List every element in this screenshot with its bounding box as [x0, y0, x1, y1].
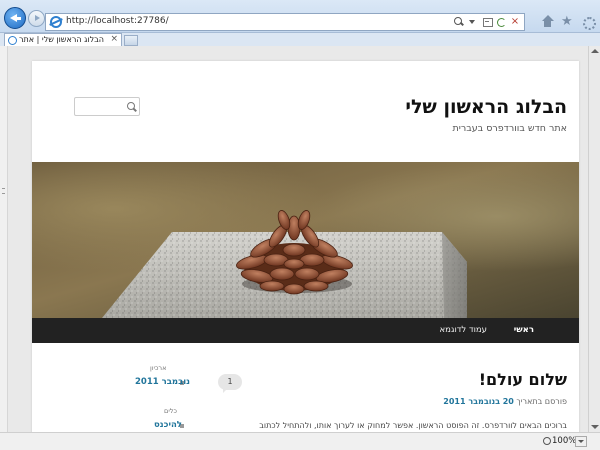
site-search-box[interactable] — [74, 97, 140, 116]
search-icon[interactable] — [127, 102, 137, 112]
address-bar[interactable]: http://localhost:27786/ × — [45, 13, 525, 31]
pinecone-photo — [32, 162, 579, 318]
tab-title: הבלוג הראשון שלי | אתר — [19, 35, 104, 44]
zoom-icon[interactable] — [543, 437, 551, 445]
new-tab-button[interactable] — [124, 35, 138, 46]
vertical-scrollbar[interactable] — [588, 46, 600, 432]
stop-icon[interactable]: × — [509, 16, 521, 28]
forward-icon[interactable] — [28, 10, 45, 27]
nav-item-home[interactable]: ראשי — [514, 325, 534, 335]
compat-view-icon[interactable] — [481, 16, 493, 28]
browser-tab[interactable]: הבלוג הראשון שלי | אתר × — [4, 33, 122, 47]
zoom-dropdown-icon[interactable] — [575, 436, 587, 447]
favorites-gutter — [0, 46, 8, 432]
header-image — [32, 162, 579, 318]
grip-icon[interactable] — [2, 188, 5, 194]
post-title[interactable]: שלום עולם! — [479, 370, 567, 389]
site-tagline: אתר חדש בוורדפרס בעברית — [452, 123, 567, 134]
post-meta-prefix: פורסם בתאריך — [516, 397, 567, 406]
tab-close-icon[interactable]: × — [110, 34, 118, 44]
archive-link[interactable]: נובמבר 2011 — [135, 377, 190, 387]
browser-viewport: הבלוג הראשון שלי אתר חדש בוורדפרס בעברית — [0, 46, 600, 432]
site-title[interactable]: הבלוג הראשון שלי — [405, 96, 567, 118]
nav-item-sample-page[interactable]: עמוד לדוגמא — [440, 325, 488, 335]
url-text[interactable]: http://localhost:27786/ — [66, 16, 169, 26]
web-page: הבלוג הראשון שלי אתר חדש בוורדפרס בעברית — [32, 61, 579, 432]
ie-icon — [50, 16, 62, 28]
post-meta: פורסם בתאריך 20 בנובמבר 2011 — [443, 397, 567, 406]
scroll-up-icon[interactable] — [591, 49, 599, 53]
archives-widget-title: ארכיון — [150, 364, 167, 372]
meta-widget-title: כלים — [164, 407, 177, 415]
back-icon[interactable] — [4, 7, 26, 29]
main-navigation: ראשי עמוד לדוגמא — [32, 318, 579, 343]
tab-favicon-icon — [8, 36, 17, 45]
scroll-down-icon[interactable] — [591, 425, 599, 429]
star-icon[interactable]: ★ — [561, 15, 574, 28]
post-excerpt: ברוכים הבאים לוורדפרס. זה הפוסט הראשון. … — [259, 421, 567, 430]
refresh-icon[interactable] — [495, 16, 507, 28]
search-icon[interactable] — [453, 16, 465, 28]
gear-icon[interactable] — [581, 15, 596, 30]
site-search-input[interactable] — [75, 98, 125, 115]
comment-count-bubble[interactable]: 1 — [218, 374, 242, 393]
home-icon[interactable] — [541, 15, 554, 28]
zoom-level[interactable]: 100% — [552, 436, 576, 446]
post-date-link[interactable]: 20 בנובמבר 2011 — [443, 397, 514, 406]
status-bar: 100% — [0, 432, 600, 450]
login-link[interactable]: להיכנס — [154, 420, 182, 430]
browser-toolbar: http://localhost:27786/ × ★ — [0, 0, 600, 33]
dropdown-icon[interactable] — [467, 16, 479, 28]
